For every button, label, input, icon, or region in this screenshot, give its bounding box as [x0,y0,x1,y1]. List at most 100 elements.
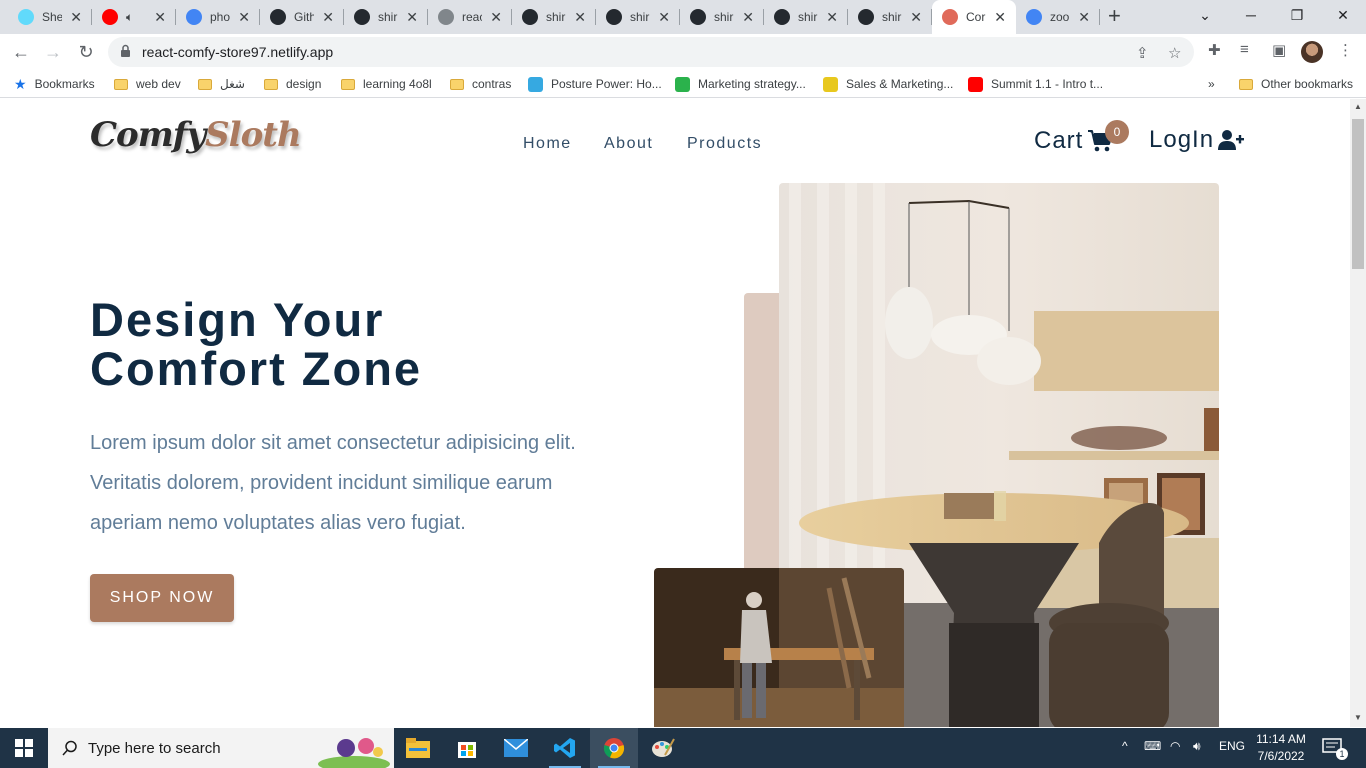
bookmark-item[interactable]: شغل [198,75,245,93]
close-tab-icon[interactable]: ✕ [994,9,1006,26]
bookmark-item[interactable]: » [1208,75,1215,93]
new-tab-button[interactable]: + [1108,5,1121,27]
bookmark-item[interactable]: Other bookmarks [1239,75,1353,93]
page-scrollbar[interactable]: ▲ ▼ [1350,99,1366,727]
url-text: react-comfy-store97.netlify.app [142,44,334,60]
tab-title: zoo [1050,10,1070,24]
bookmark-star-icon[interactable]: ☆ [1168,44,1181,62]
scroll-up-icon[interactable]: ▲ [1354,102,1362,111]
profile-avatar[interactable] [1301,41,1323,63]
side-panel-icon[interactable]: ▣ [1272,41,1286,59]
browser-tab[interactable]: pho ✕ [176,0,260,34]
bookmark-item[interactable]: Summit 1.1 - Intro t... [968,75,1103,93]
windows-icon [15,739,33,757]
nav-about-link[interactable]: About [604,135,653,153]
bookmark-label: Posture Power: Ho... [551,77,662,91]
folder-icon [341,78,355,90]
tab-search-icon[interactable]: ⌄ [1182,0,1228,30]
folder-icon [114,78,128,90]
close-tab-icon[interactable]: ✕ [322,9,334,26]
browser-tab[interactable]: shir ✕ [596,0,680,34]
close-tab-icon[interactable]: ✕ [490,9,502,26]
close-tab-icon[interactable]: ✕ [742,9,754,26]
nav-home-link[interactable]: Home [523,135,572,153]
cart-button[interactable]: Cart [1034,127,1114,155]
folder-icon [1239,78,1253,90]
volume-icon[interactable]: 🔊︎ [1193,739,1201,754]
language-indicator[interactable]: ENG [1219,739,1245,753]
close-tab-icon[interactable]: ✕ [658,9,670,26]
reload-icon[interactable]: ↻ [75,41,97,63]
taskbar-store[interactable] [443,728,491,768]
bookmark-item[interactable]: design [264,75,321,93]
restore-button[interactable]: ❐ [1274,0,1320,30]
browser-tab[interactable]: Gith ✕ [260,0,344,34]
close-tab-icon[interactable]: ✕ [70,9,82,26]
login-button[interactable]: LogIn [1149,126,1245,154]
lock-icon [121,44,130,57]
tab-title: Cor [966,10,986,24]
nav-products-link[interactable]: Products [687,135,762,153]
browser-tab[interactable]: shir ✕ [848,0,932,34]
extensions-icon[interactable]: ✚ [1208,41,1221,59]
back-icon[interactable]: ← [10,41,32,63]
browser-tab[interactable]: shir ✕ [680,0,764,34]
bookmark-item[interactable]: ★ Bookmarks [14,75,95,93]
browser-tab[interactable]: She ✕ [8,0,92,34]
bookmark-label: Bookmarks [34,77,95,91]
github-icon [522,9,538,25]
scroll-down-icon[interactable]: ▼ [1354,713,1362,722]
tab-title: shir [798,10,818,24]
site-logo[interactable]: ComfySloth [90,115,302,155]
bookmark-label: Summit 1.1 - Intro t... [991,77,1104,91]
taskbar-clock[interactable]: 11:14 AM 7/6/2022 [1250,731,1312,765]
close-tab-icon[interactable]: ✕ [910,9,922,26]
close-tab-icon[interactable]: ✕ [406,9,418,26]
taskbar-search[interactable]: Type here to search [48,728,394,768]
browser-tab[interactable]: shir ✕ [764,0,848,34]
bookmark-item[interactable]: contras [450,75,511,93]
tab-title: shir [882,10,902,24]
forward-icon[interactable]: → [42,41,64,63]
taskbar-mail[interactable] [492,728,540,768]
bookmark-item[interactable]: Sales & Marketing... [823,75,953,93]
browser-tab[interactable]: zoo ✕ [1016,0,1100,34]
wifi-icon[interactable]: ◠ [1170,739,1180,753]
minimize-button[interactable]: ─ [1228,0,1274,30]
web-page: ComfySloth Home About Products Cart 0 Lo… [0,99,1350,727]
show-hidden-icons[interactable]: ^ [1122,739,1128,753]
taskbar-vscode[interactable] [541,728,589,768]
taskbar-file-explorer[interactable] [394,728,442,768]
start-button[interactable] [0,728,48,768]
youtube-icon [102,9,118,25]
bookmark-item[interactable]: web dev [114,75,181,93]
browser-tab[interactable]: Cor ✕ [932,0,1016,34]
close-tab-icon[interactable]: ✕ [238,9,250,26]
ime-icon[interactable]: ⌨ [1144,739,1161,753]
bookmark-item[interactable]: learning 4o8l [341,75,432,93]
close-tab-icon[interactable]: ✕ [574,9,586,26]
vscode-icon [554,738,575,758]
taskbar-paint[interactable] [639,728,687,768]
menu-icon[interactable]: ⋮ [1338,41,1353,59]
browser-tab[interactable]: shir ✕ [512,0,596,34]
browser-tab[interactable]: 🔈︎ ✕ [92,0,176,34]
taskbar-chrome[interactable] [590,728,638,768]
notification-center[interactable]: 1 [1322,738,1348,760]
scrollbar-thumb[interactable] [1352,119,1364,269]
close-tab-icon[interactable]: ✕ [1078,9,1090,26]
close-tab-icon[interactable]: ✕ [826,9,838,26]
close-tab-icon[interactable]: ✕ [154,9,166,26]
bookmark-label: » [1208,77,1215,91]
audio-playing-icon[interactable]: 🔈︎ [126,10,140,25]
close-window-button[interactable]: ✕ [1320,0,1366,30]
browser-tab[interactable]: reac ✕ [428,0,512,34]
browser-tab[interactable]: shir ✕ [344,0,428,34]
address-bar[interactable]: react-comfy-store97.netlify.app ⇪ ☆ [108,37,1194,67]
media-icon[interactable]: ≡ [1240,41,1249,58]
shop-now-button[interactable]: SHOP NOW [90,574,234,622]
bookmark-item[interactable]: Posture Power: Ho... [528,75,662,93]
share-icon[interactable]: ⇪ [1136,44,1149,62]
bookmark-item[interactable]: Marketing strategy... [675,75,806,93]
folder-icon [450,78,464,90]
